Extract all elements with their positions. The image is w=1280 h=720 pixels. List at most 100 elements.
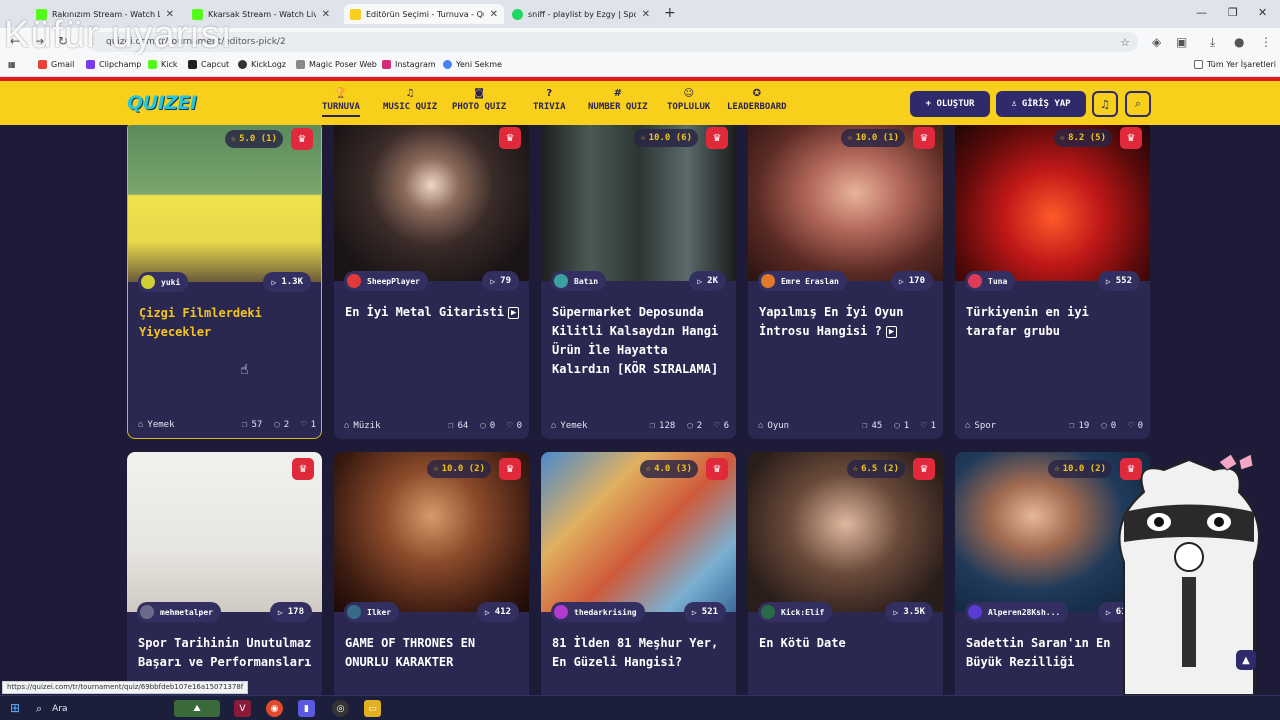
nav-number-quiz[interactable]: # NUMBER QUIZ xyxy=(588,88,648,112)
category-tag[interactable]: ⌂ Spor xyxy=(965,421,996,431)
nav-leaderboard[interactable]: ✪ LEADERBOARD xyxy=(727,88,787,112)
minimize-icon[interactable]: — xyxy=(1196,6,1207,19)
quiz-title[interactable]: Çizgi Filmlerdeki Yiyecekler xyxy=(139,304,314,342)
crown-icon[interactable]: ♛ xyxy=(291,128,313,150)
comment-count[interactable]: ◯ 1 xyxy=(894,421,909,431)
quiz-title[interactable]: GAME OF THRONES EN ONURLU KARAKTER xyxy=(345,634,520,672)
quiz-thumbnail[interactable] xyxy=(334,125,529,281)
notepad-icon[interactable]: ▮ xyxy=(298,700,315,717)
quiz-card[interactable]: ☆ 8.2 (5) ♛ Tuna ▷ 552 Türkiyenin en iyi taraf… xyxy=(955,125,1150,439)
maximize-icon[interactable]: ❐ xyxy=(1228,6,1238,19)
like-count[interactable]: ♡ 0 xyxy=(1128,421,1143,431)
author-chip[interactable]: yuki xyxy=(138,272,189,292)
category-tag[interactable]: ⌂ Yemek xyxy=(551,421,588,431)
nav-photo-quiz[interactable]: ◙ PHOTO QUIZ xyxy=(452,88,506,112)
bookmark-instagram[interactable]: Instagram xyxy=(382,60,436,69)
close-window-icon[interactable]: ✕ xyxy=(1258,6,1267,19)
quiz-title[interactable]: En Kötü Date xyxy=(759,634,934,653)
notification-bell-icon[interactable]: ♫ xyxy=(1092,91,1118,117)
nav-topluluk[interactable]: ☺ TOPLULUK xyxy=(667,88,710,112)
valorant-icon[interactable]: V xyxy=(234,700,251,717)
windows-start-icon[interactable]: ⊞ xyxy=(10,701,20,715)
scroll-to-top-button[interactable]: ▲ xyxy=(1236,650,1256,670)
bookmark-kicklogz[interactable]: KickLogz xyxy=(238,60,286,69)
close-tab-icon[interactable]: ✕ xyxy=(322,9,330,20)
quiz-card[interactable]: ☆ 10.0 (1) ♛ Emre Eraslan ▷ 170 Yapılmış En İy… xyxy=(748,125,943,439)
extension-icon[interactable]: ◈ xyxy=(1152,35,1161,49)
category-tag[interactable]: ⌂ Yemek xyxy=(138,420,175,430)
like-count[interactable]: ♡ 6 xyxy=(714,421,729,431)
crown-icon[interactable]: ♛ xyxy=(913,127,935,149)
download-icon[interactable]: ⤓ xyxy=(1210,35,1215,50)
quiz-thumbnail[interactable] xyxy=(955,125,1150,281)
nav-music-quiz[interactable]: ♫ MUSIC QUIZ xyxy=(383,88,437,112)
bookmark-clipchamp[interactable]: Clipchamp xyxy=(86,60,141,69)
quizei-logo[interactable]: QUIZEI xyxy=(127,92,197,114)
quiz-title[interactable]: Yapılmış En İyi Oyun İntrosu Hangisi ? ▶ xyxy=(759,303,934,341)
weather-widget-icon[interactable]: ⛰ xyxy=(174,700,220,717)
bookmark-kick[interactable]: Kick xyxy=(148,60,178,69)
create-button[interactable]: + OLUŞTUR xyxy=(910,91,990,117)
like-count[interactable]: ♡ 1 xyxy=(921,421,936,431)
bookmark-new-tab[interactable]: Yeni Sekme xyxy=(443,60,502,69)
crown-icon[interactable]: ♛ xyxy=(292,458,314,480)
comment-count[interactable]: ◯ 2 xyxy=(274,420,289,430)
quiz-card[interactable]: ☆ 10.0 (6) ♛ Batın ▷ 2K Süpermarket Deposunda … xyxy=(541,125,736,439)
quiz-title[interactable]: Süpermarket Deposunda Kilitli Kalsaydın … xyxy=(552,303,727,379)
profile-icon[interactable]: ● xyxy=(1234,35,1244,49)
file-explorer-icon[interactable]: ▭ xyxy=(364,700,381,717)
author-chip[interactable]: SheepPlayer xyxy=(344,271,428,291)
search-icon[interactable]: ⌕ xyxy=(1125,91,1151,117)
quiz-thumbnail[interactable] xyxy=(541,125,736,281)
browser-tab-3[interactable]: Editörün Seçimi - Turnuva - Qu ✕ xyxy=(344,4,504,24)
author-chip[interactable]: thedarkrising xyxy=(551,602,645,622)
comment-count[interactable]: ◯ 2 xyxy=(687,421,702,431)
url-input[interactable]: quizei.com/tr/tournament/editors-pick/2 … xyxy=(90,32,1138,52)
category-tag[interactable]: ⌂ Oyun xyxy=(758,421,789,431)
bookmark-star-icon[interactable]: ☆ xyxy=(1120,36,1130,49)
crown-icon[interactable]: ♛ xyxy=(1120,127,1142,149)
obs-icon[interactable]: ◎ xyxy=(332,700,349,717)
quiz-card[interactable]: ☆ 5.0 (1) ♛ yuki ▷ 1.3K Çizgi Filmlerdeki Yiye… xyxy=(127,125,322,439)
nav-turnuva[interactable]: 🏆 TURNUVA xyxy=(322,88,360,117)
comment-count[interactable]: ◯ 0 xyxy=(480,421,495,431)
author-chip[interactable]: Emre Eraslan xyxy=(758,271,847,291)
apps-grid-icon[interactable]: ▦ xyxy=(8,60,16,69)
close-tab-icon[interactable]: ✕ xyxy=(490,9,498,20)
crown-icon[interactable]: ♛ xyxy=(706,127,728,149)
chrome-icon[interactable]: ◉ xyxy=(266,700,283,717)
author-chip[interactable]: Kick:Elif xyxy=(758,602,833,622)
menu-icon[interactable]: ⋮ xyxy=(1260,35,1272,49)
author-chip[interactable]: mehmetalper xyxy=(137,602,221,622)
quiz-card[interactable]: ☆ 10.0 (2) ♛ Ilker ▷ 412 GAME OF THRONES EN ON… xyxy=(334,452,529,695)
crown-icon[interactable]: ♛ xyxy=(706,458,728,480)
quiz-card[interactable]: ♛ SheepPlayer ▷ 79 En İyi Metal Gitaristi ▶ ⌂ M… xyxy=(334,125,529,439)
author-chip[interactable]: Alperen28Ksh... xyxy=(965,602,1069,622)
bookmark-capcut[interactable]: Capcut xyxy=(188,60,229,69)
like-count[interactable]: ♡ 1 xyxy=(301,420,316,430)
bookmark-gmail[interactable]: Gmail xyxy=(38,60,74,69)
quiz-title[interactable]: 81 İlden 81 Meşhur Yer, En Güzeli Hangis… xyxy=(552,634,727,672)
quiz-thumbnail[interactable] xyxy=(748,125,943,281)
close-tab-icon[interactable]: ✕ xyxy=(642,9,650,20)
puzzle-icon[interactable]: ▣ xyxy=(1176,35,1187,49)
login-button[interactable]: ♙ GİRİŞ YAP xyxy=(996,91,1086,117)
author-chip[interactable]: Ilker xyxy=(344,602,400,622)
quiz-card[interactable]: ☆ 4.0 (3) ♛ thedarkrising ▷ 521 81 İlden 81 Me… xyxy=(541,452,736,695)
crown-icon[interactable]: ♛ xyxy=(499,458,521,480)
category-tag[interactable]: ⌂ Müzik xyxy=(344,421,381,431)
quiz-card[interactable]: ☆ 6.5 (2) ♛ Kick:Elif ▷ 3.5K En Kötü Date xyxy=(748,452,943,695)
quiz-title[interactable]: Türkiyenin en iyi tarafar grubu xyxy=(966,303,1141,341)
quiz-title[interactable]: Spor Tarihinin Unutulmaz Başarı ve Perfo… xyxy=(138,634,313,672)
quiz-card[interactable]: ♛ mehmetalper ▷ 178 Spor Tarihinin Unutulmaz… xyxy=(127,452,322,695)
taskbar-search-box[interactable]: ⌕ Ara xyxy=(36,699,166,718)
quiz-title[interactable]: En İyi Metal Gitaristi ▶ xyxy=(345,303,520,322)
bookmark-magic-poser[interactable]: Magic Poser Web xyxy=(296,60,377,69)
browser-tab-4[interactable]: sniff - playlist by Ezgy | Spotify ✕ xyxy=(506,4,656,24)
nav-trivia[interactable]: ? TRIVIA xyxy=(533,88,566,112)
new-tab-icon[interactable]: + xyxy=(664,5,676,21)
like-count[interactable]: ♡ 0 xyxy=(507,421,522,431)
author-chip[interactable]: Batın xyxy=(551,271,607,291)
crown-icon[interactable]: ♛ xyxy=(499,127,521,149)
author-chip[interactable]: Tuna xyxy=(965,271,1016,291)
